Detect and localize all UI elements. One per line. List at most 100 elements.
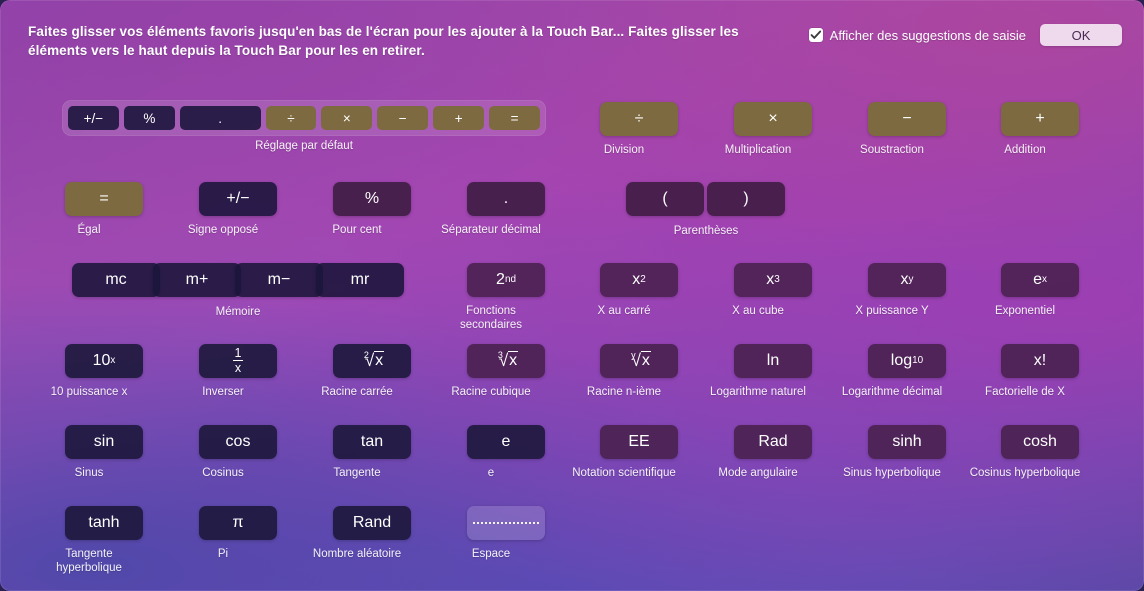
factorielle-de-x-caption: Factorielle de X xyxy=(985,386,1065,398)
palette-item-e[interactable]: ee xyxy=(467,425,545,480)
palette-item-x-puissance-y[interactable]: xy X puissance Y xyxy=(855,263,946,318)
palette-item-tangente[interactable]: tan Tangente xyxy=(333,425,411,480)
factorielle-de-x-key[interactable]: x! xyxy=(1001,344,1079,378)
espace-caption: Espace xyxy=(471,548,511,560)
parenthese-fermante-key[interactable]: ) xyxy=(707,182,785,216)
palette-item-memoire-mplus[interactable]: m+ xyxy=(153,263,241,297)
cosinus-caption: Cosinus xyxy=(202,467,244,479)
strip-multiply-key[interactable]: × xyxy=(321,106,373,130)
x-au-cube-key[interactable]: x3 xyxy=(734,263,812,297)
strip-sign-key[interactable]: +/− xyxy=(68,106,119,130)
sinus-caption: Sinus xyxy=(74,467,104,479)
notation-scientifique-key[interactable]: EE xyxy=(600,425,678,459)
checkbox-box[interactable] xyxy=(808,28,823,42)
palette-item-racine-cubique[interactable]: 3 √ x Racine cubique xyxy=(451,344,545,399)
palette-item-sinus[interactable]: sin Sinus xyxy=(65,425,143,480)
strip-percent-key[interactable]: % xyxy=(123,106,175,130)
memoire-mminus-key[interactable]: m− xyxy=(235,263,323,297)
palette-item-cosinus-hyperbolique[interactable]: cosh Cosinus hyperbolique xyxy=(970,425,1080,480)
palette-item-cosinus[interactable]: cos Cosinus xyxy=(199,425,277,480)
palette-item-espace[interactable]: Espace xyxy=(467,506,545,561)
palette-item-addition[interactable]: + Addition xyxy=(1001,102,1079,157)
tangente-key[interactable]: tan xyxy=(333,425,411,459)
x-puissance-y-key[interactable]: xy xyxy=(868,263,946,297)
egal-key[interactable]: = xyxy=(65,182,143,216)
palette-item-dix-puissance-x[interactable]: 10 x 10 puissance x xyxy=(51,344,143,399)
sinus-key[interactable]: sin xyxy=(65,425,143,459)
racine-carree-key[interactable]: 2 √ x xyxy=(333,344,411,378)
palette-item-separateur-decimal[interactable]: . Séparateur décimal xyxy=(441,182,545,237)
palette-item-soustraction[interactable]: − Soustraction xyxy=(860,102,946,157)
tangente-hyperbolique-caption: Tangente hyperbolique xyxy=(56,548,122,575)
palette-item-x-au-cube[interactable]: x3 X au cube xyxy=(732,263,812,318)
palette-item-x-au-carre[interactable]: x2 X au carré xyxy=(597,263,678,318)
palette-item-memoire-mr[interactable]: mr xyxy=(316,263,404,297)
memoire-mplus-key[interactable]: m+ xyxy=(153,263,241,297)
racine-n-ieme-key[interactable]: y √ x xyxy=(600,344,678,378)
exponentiel-key[interactable]: ex xyxy=(1001,263,1079,297)
addition-key[interactable]: + xyxy=(1001,102,1079,136)
palette-item-signe-oppose[interactable]: +/− Signe opposé xyxy=(188,182,277,237)
palette-item-parenthese-fermante[interactable]: ) xyxy=(707,182,785,216)
palette-item-sinus-hyperbolique[interactable]: sinh Sinus hyperbolique xyxy=(843,425,946,480)
strip-divide-key[interactable]: ÷ xyxy=(265,106,317,130)
palette-item-egal[interactable]: = Égal xyxy=(65,182,143,237)
e-key[interactable]: e xyxy=(467,425,545,459)
palette-item-memoire-mminus[interactable]: m− xyxy=(235,263,323,297)
soustraction-key[interactable]: − xyxy=(868,102,946,136)
palette-item-tangente-hyperbolique[interactable]: tanh Tangente hyperbolique xyxy=(56,506,143,576)
strip-decimal-key[interactable]: . xyxy=(179,106,261,130)
racine-cubique-key[interactable]: 3 √ x xyxy=(467,344,545,378)
sinus-hyperbolique-key[interactable]: sinh xyxy=(868,425,946,459)
ok-button[interactable]: OK xyxy=(1040,24,1122,46)
palette-item-notation-scientifique[interactable]: EE Notation scientifique xyxy=(572,425,678,480)
separateur-decimal-key[interactable]: . xyxy=(467,182,545,216)
dix-puissance-x-key[interactable]: 10 x xyxy=(65,344,143,378)
palette-item-exponentiel[interactable]: e x Exponentiel xyxy=(995,263,1079,318)
inverser-caption: Inverser xyxy=(202,386,244,398)
logarithme-naturel-key[interactable]: ln xyxy=(734,344,812,378)
logarithme-decimal-key[interactable]: log 10 xyxy=(868,344,946,378)
palette-item-logarithme-naturel[interactable]: ln Logarithme naturel xyxy=(710,344,812,399)
strip-plus-key[interactable]: + xyxy=(433,106,485,130)
palette-item-division[interactable]: ÷ Division xyxy=(600,102,678,157)
palette-item-factorielle-de-x[interactable]: x! Factorielle de X xyxy=(985,344,1079,399)
palette-item-nombre-aleatoire[interactable]: Rand Nombre aléatoire xyxy=(313,506,411,561)
palette-item-pi[interactable]: π Pi xyxy=(199,506,277,561)
nombre-aleatoire-key[interactable]: Rand xyxy=(333,506,411,540)
cosinus-hyperbolique-key[interactable]: cosh xyxy=(1001,425,1079,459)
mode-angulaire-key[interactable]: Rad xyxy=(734,425,812,459)
palette-item-multiplication[interactable]: × Multiplication xyxy=(725,102,812,157)
palette-item-mode-angulaire[interactable]: Rad Mode angulaire xyxy=(718,425,812,480)
palette-item-racine-carree[interactable]: 2 √ x Racine carrée xyxy=(321,344,411,399)
strip-equals-key[interactable]: = xyxy=(489,106,540,130)
palette-item-logarithme-decimal[interactable]: log 10 Logarithme décimal xyxy=(842,344,946,399)
espace-key[interactable] xyxy=(467,506,545,540)
inverser-key[interactable]: 1x xyxy=(199,344,277,378)
parenthese-ouvrante-key[interactable]: ( xyxy=(626,182,704,216)
tangente-hyperbolique-key[interactable]: tanh xyxy=(65,506,143,540)
mode-angulaire-caption: Mode angulaire xyxy=(718,467,798,479)
pi-key[interactable]: π xyxy=(199,506,277,540)
x-au-carre-caption: X au carré xyxy=(597,305,651,317)
signe-oppose-key[interactable]: +/− xyxy=(199,182,277,216)
x-au-carre-key[interactable]: x2 xyxy=(600,263,678,297)
fonctions-secondaires-key[interactable]: 2nd xyxy=(467,263,545,297)
division-key[interactable]: ÷ xyxy=(600,102,678,136)
typing-suggestions-checkbox[interactable]: Afficher des suggestions de saisie xyxy=(808,28,1026,43)
strip-minus-key[interactable]: − xyxy=(377,106,429,130)
palette-item-parenthese-ouvrante[interactable]: ( xyxy=(626,182,704,216)
palette-item-racine-n-ieme[interactable]: y √ x Racine n-ième xyxy=(587,344,678,399)
multiplication-key[interactable]: × xyxy=(734,102,812,136)
nombre-aleatoire-caption: Nombre aléatoire xyxy=(312,548,402,560)
separateur-decimal-caption: Séparateur décimal xyxy=(441,224,541,236)
cosinus-key[interactable]: cos xyxy=(199,425,277,459)
palette-item-inverser[interactable]: 1 x Inverser xyxy=(199,344,277,399)
memoire-mc-key[interactable]: mc xyxy=(72,263,160,297)
palette-item-memoire-mc[interactable]: mc xyxy=(72,263,160,297)
memoire-mr-key[interactable]: mr xyxy=(316,263,404,297)
palette-item-fonctions-secondaires[interactable]: 2nd Fonctions secondaires xyxy=(460,263,545,333)
default-setting-strip[interactable]: +/−%. ÷ × − + = xyxy=(62,100,546,136)
palette-item-pour-cent[interactable]: % Pour cent xyxy=(332,182,411,237)
pour-cent-key[interactable]: % xyxy=(333,182,411,216)
